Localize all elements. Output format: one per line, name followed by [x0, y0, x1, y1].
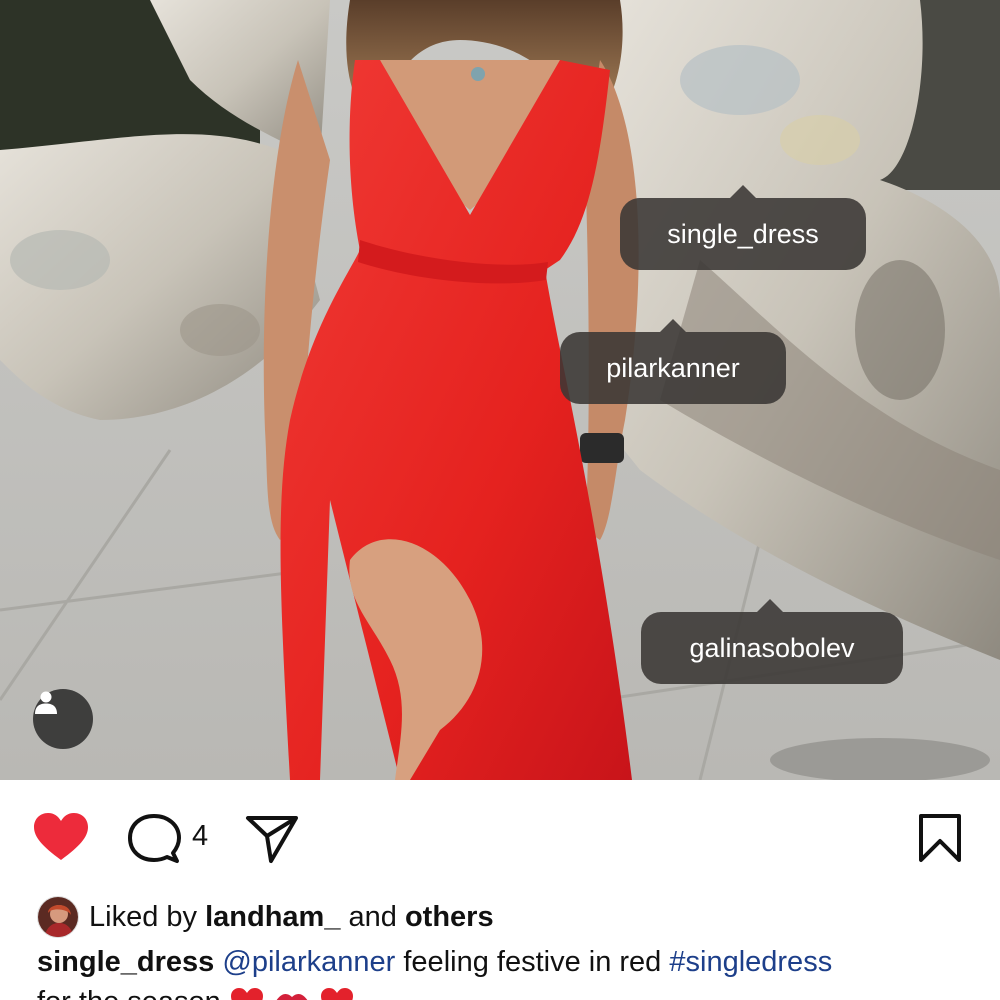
person-icon — [35, 691, 57, 714]
likes-summary[interactable]: Liked by landham_ and others — [37, 895, 494, 939]
post-action-bar: 4 — [0, 780, 1000, 890]
comment-button[interactable] — [126, 812, 182, 866]
caption-username[interactable]: single_dress — [37, 946, 214, 978]
product-tag-single-dress[interactable]: single_dress — [620, 185, 866, 270]
tag-username: single_dress — [667, 219, 819, 249]
red-heart-emoji — [230, 988, 263, 1000]
red-heart-emoji — [320, 988, 353, 1000]
caption-line2: for the season — [37, 986, 221, 1000]
avatar-image — [38, 897, 78, 937]
liker-username[interactable]: landham_ — [205, 901, 340, 933]
user-tag-galinasobolev[interactable]: galinasobolev — [641, 599, 903, 684]
likes-others-link[interactable]: others — [405, 901, 494, 933]
show-tags-button[interactable] — [33, 689, 93, 749]
share-button[interactable] — [244, 812, 300, 866]
avatar[interactable] — [37, 896, 79, 938]
like-button[interactable] — [30, 810, 92, 864]
caption-text: feeling festive in red — [403, 946, 662, 978]
heart-filled-icon — [34, 813, 88, 860]
tag-username: galinasobolev — [689, 633, 855, 663]
tag-username: pilarkanner — [606, 353, 740, 383]
bookmark-icon — [919, 814, 961, 862]
post-caption: single_dress @pilarkanner feeling festiv… — [37, 942, 972, 1000]
save-button[interactable] — [912, 810, 968, 866]
likes-conjunction: and — [348, 900, 397, 933]
user-tag-pilarkanner[interactable]: pilarkanner — [560, 319, 786, 404]
comment-count: 4 — [192, 820, 209, 852]
likes-text: Liked by landham_ and others — [89, 901, 494, 934]
caption-hashtag[interactable]: #singledress — [669, 946, 832, 978]
paper-plane-icon — [246, 816, 298, 863]
caption-mention[interactable]: @pilarkanner — [222, 946, 395, 978]
likes-prefix: Liked by — [89, 900, 198, 933]
post-photo[interactable]: single_dress pilarkanner galinasobolev — [0, 0, 1000, 780]
comment-bubble-icon — [128, 814, 181, 863]
kiss-mark-emoji — [276, 994, 307, 1000]
